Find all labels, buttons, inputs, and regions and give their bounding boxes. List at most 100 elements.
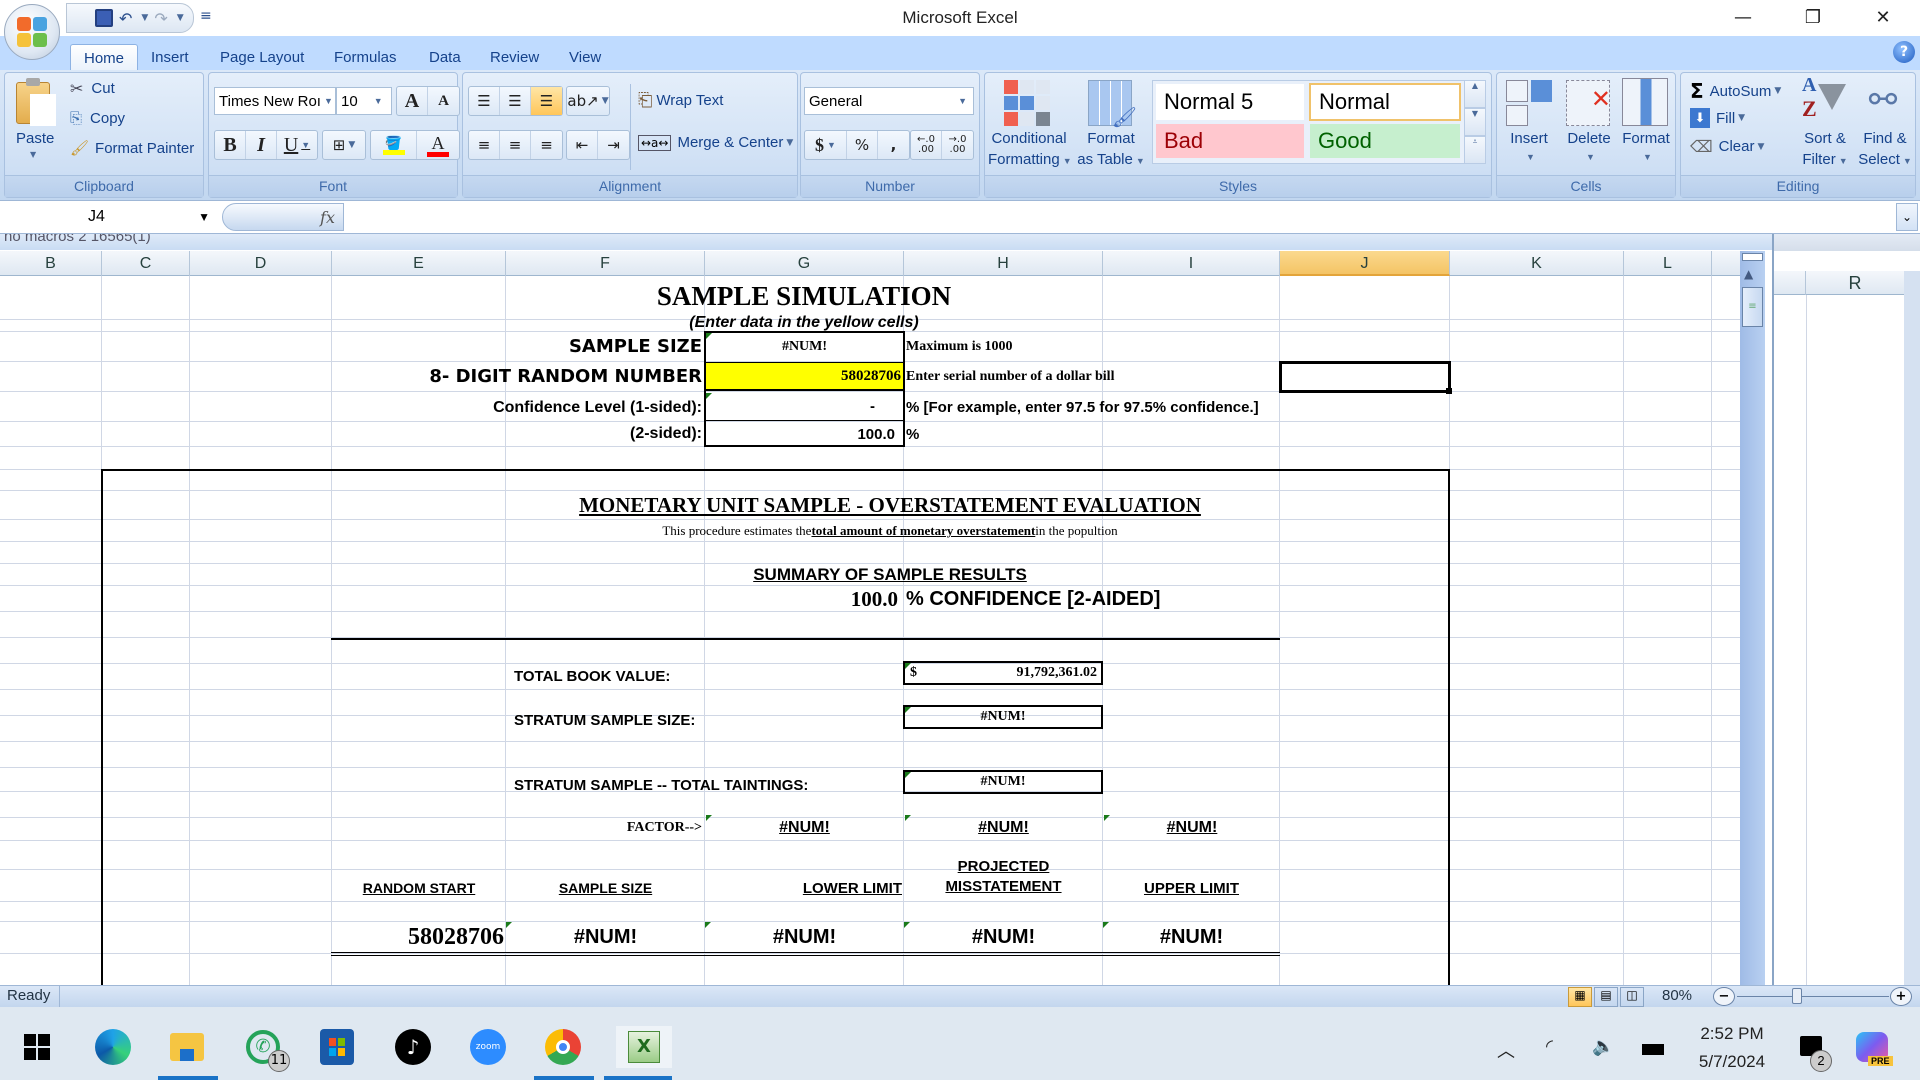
column-header-i[interactable]: I: [1103, 251, 1280, 276]
insert-cells-icon[interactable]: [1506, 80, 1552, 126]
name-box[interactable]: J4 ▼: [0, 202, 218, 232]
orientation-button[interactable]: ab↗ ▼: [566, 86, 610, 116]
column-header-b[interactable]: B: [0, 251, 102, 276]
result-sample-size[interactable]: #NUM!: [506, 921, 705, 953]
sample-size-cell[interactable]: #NUM!: [706, 333, 903, 361]
worksheet-grid[interactable]: SAMPLE SIMULATION (Enter data in the yel…: [0, 276, 1740, 985]
underline-button[interactable]: U ▼: [277, 131, 317, 159]
confidence-1-sided-input[interactable]: -: [706, 393, 903, 421]
increase-decimal-button[interactable]: ←.0.00: [911, 131, 942, 159]
binoculars-icon[interactable]: ⚯: [1862, 80, 1904, 124]
sort-filter-icon[interactable]: AZ: [1802, 74, 1848, 124]
help-icon[interactable]: ?: [1893, 41, 1915, 63]
align-top-icon[interactable]: ☰: [469, 87, 500, 115]
tab-page-layout[interactable]: Page Layout: [207, 44, 317, 71]
align-center-icon[interactable]: ≡: [500, 131, 531, 159]
italic-button[interactable]: I: [246, 131, 277, 159]
gallery-more-icon[interactable]: ⩡: [1464, 136, 1486, 164]
edge-icon[interactable]: [92, 1026, 134, 1068]
customize-qat-icon[interactable]: ≡: [200, 8, 212, 24]
column-header-j[interactable]: J: [1280, 251, 1450, 276]
currency-button[interactable]: $ ▼: [805, 131, 847, 159]
conditional-formatting-icon[interactable]: [1004, 80, 1050, 126]
copy-button[interactable]: ⎘ Copy: [70, 109, 125, 127]
microsoft-store-icon[interactable]: [316, 1026, 358, 1068]
column-header-d[interactable]: D: [190, 251, 332, 276]
tab-view[interactable]: View: [556, 44, 614, 71]
scroll-up-icon[interactable]: ▲: [1744, 267, 1753, 281]
fill-handle[interactable]: [1446, 388, 1452, 394]
bold-button[interactable]: B: [215, 131, 246, 159]
wifi-icon[interactable]: ◜: [1546, 1036, 1553, 1057]
wrap-text-button[interactable]: ⎗ Wrap Text: [638, 90, 723, 111]
format-as-table-icon[interactable]: 🖌: [1088, 80, 1137, 129]
volume-icon[interactable]: 🔈: [1592, 1036, 1614, 1057]
grow-font-button[interactable]: A: [397, 87, 428, 115]
insert-function-button[interactable]: fx: [222, 203, 344, 231]
column-header-g[interactable]: G: [705, 251, 904, 276]
battery-icon[interactable]: [1642, 1044, 1664, 1055]
result-projected[interactable]: #NUM!: [904, 921, 1103, 953]
name-box-dropdown-icon[interactable]: ▼: [198, 210, 210, 224]
result-random-start[interactable]: 58028706: [332, 921, 504, 953]
tab-data[interactable]: Data: [416, 44, 474, 71]
gallery-down-icon[interactable]: ▼: [1464, 108, 1486, 136]
percent-button[interactable]: %: [847, 131, 878, 159]
paste-dropdown-icon[interactable]: ▼: [30, 150, 36, 159]
clock-time[interactable]: 2:52 PM: [1692, 1024, 1772, 1044]
vertical-scrollbar[interactable]: ▲ ≡: [1740, 251, 1765, 985]
column-header-l[interactable]: L: [1624, 251, 1712, 276]
align-bottom-icon[interactable]: ☰: [531, 87, 562, 115]
fill-button[interactable]: ⬇ Fill ▼: [1690, 108, 1745, 128]
column-header-e[interactable]: E: [332, 251, 506, 276]
font-name-select[interactable]: Times New Roı ▼: [214, 87, 336, 115]
zoom-slider-track[interactable]: [1737, 996, 1889, 997]
delete-cells-button[interactable]: Delete ▼: [1562, 130, 1616, 164]
tab-home[interactable]: Home: [70, 44, 139, 71]
zoom-app-icon[interactable]: zoom: [467, 1026, 509, 1068]
borders-button[interactable]: ⊞ ▼: [322, 130, 366, 160]
column-header-k[interactable]: K: [1450, 251, 1624, 276]
column-header-f[interactable]: F: [506, 251, 705, 276]
selected-cell-j4[interactable]: [1279, 361, 1451, 393]
sort-filter-button[interactable]: Sort & Filter ▼: [1796, 128, 1854, 172]
result-lower-limit[interactable]: #NUM!: [705, 921, 904, 953]
confidence-2-sided-cell[interactable]: 100.0: [706, 422, 903, 446]
factor-projected[interactable]: #NUM!: [905, 814, 1102, 842]
decrease-indent-icon[interactable]: ⇤: [567, 131, 598, 159]
result-upper-limit[interactable]: #NUM!: [1103, 921, 1280, 953]
zoom-level[interactable]: 80%: [1662, 987, 1692, 1004]
number-format-select[interactable]: General ▼: [804, 87, 974, 115]
gallery-up-icon[interactable]: ▲: [1464, 80, 1486, 108]
format-cells-icon[interactable]: [1622, 78, 1668, 126]
column-header-r[interactable]: R: [1806, 271, 1904, 295]
zoom-slider-thumb[interactable]: [1792, 988, 1802, 1004]
stratum-size-cell[interactable]: #NUM!: [905, 706, 1101, 728]
comma-button[interactable]: ,: [878, 131, 909, 159]
page-layout-view-icon[interactable]: ▤: [1594, 986, 1618, 1007]
zoom-out-icon[interactable]: −: [1713, 987, 1735, 1006]
column-header-h[interactable]: H: [904, 251, 1103, 276]
style-normal-5[interactable]: Normal 5: [1156, 84, 1304, 120]
tiktok-icon[interactable]: ♪: [392, 1026, 434, 1068]
autosum-button[interactable]: Σ AutoSum ▼: [1690, 79, 1781, 103]
windows-start-icon[interactable]: [16, 1026, 58, 1068]
merge-center-button[interactable]: ↔a↔ Merge & Center ▼: [638, 134, 793, 151]
book-value-cell[interactable]: 91,792,361.02: [905, 662, 1098, 684]
style-normal[interactable]: Normal: [1309, 83, 1461, 121]
scroll-thumb[interactable]: ≡: [1742, 287, 1763, 327]
clear-button[interactable]: ⌫ Clear ▼: [1690, 137, 1764, 156]
taintings-cell[interactable]: #NUM!: [905, 771, 1101, 793]
conditional-formatting-button[interactable]: Conditional Formatting ▼: [988, 128, 1072, 172]
tab-formulas[interactable]: Formulas: [321, 44, 410, 71]
undo-icon[interactable]: ↶: [119, 9, 132, 28]
split-box[interactable]: [1742, 253, 1763, 261]
paste-button[interactable]: Paste: [16, 130, 54, 147]
paste-icon[interactable]: [14, 78, 58, 128]
chrome-icon[interactable]: [542, 1026, 584, 1068]
align-right-icon[interactable]: ≡: [531, 131, 562, 159]
style-bad[interactable]: Bad: [1156, 124, 1304, 158]
increase-indent-icon[interactable]: ⇥: [598, 131, 629, 159]
zoom-in-icon[interactable]: +: [1890, 987, 1912, 1006]
expand-formula-bar-icon[interactable]: ⌄: [1896, 203, 1918, 231]
